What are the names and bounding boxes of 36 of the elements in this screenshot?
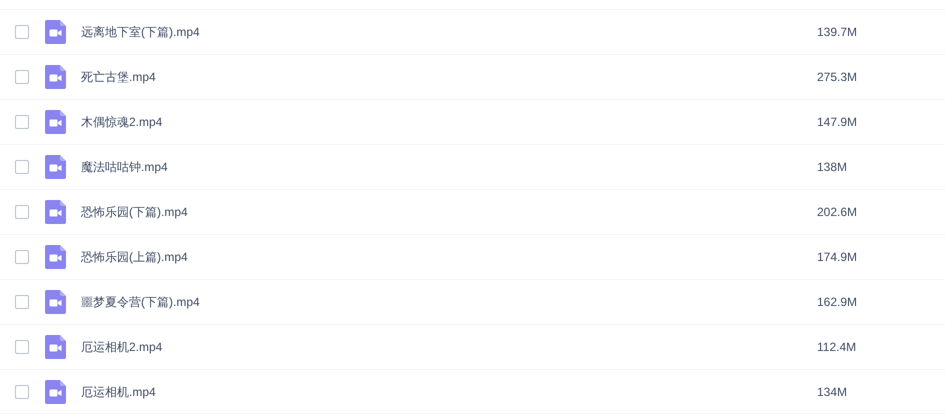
checkbox[interactable]: [15, 160, 29, 174]
file-size: 202.6M: [817, 204, 858, 221]
video-file-icon: [45, 20, 66, 44]
video-file-icon: [45, 65, 66, 89]
file-name[interactable]: 恐怖乐园(上篇).mp4: [81, 248, 681, 266]
file-name[interactable]: 魔法咕咕钟.mp4: [81, 158, 681, 176]
file-size: 134M: [817, 384, 848, 400]
file-size: 138M: [817, 159, 848, 176]
video-file-icon: [45, 155, 66, 179]
video-file-icon: [45, 290, 66, 314]
checkbox[interactable]: [15, 115, 29, 129]
file-name[interactable]: 厄运相机2.mp4: [81, 338, 681, 356]
checkbox[interactable]: [15, 205, 29, 219]
file-name[interactable]: 死亡古堡.mp4: [81, 68, 681, 86]
checkbox[interactable]: [15, 25, 29, 39]
file-name[interactable]: 厄运相机.mp4: [81, 382, 681, 400]
video-file-icon: [45, 380, 66, 404]
file-size: 162.9M: [817, 294, 858, 311]
video-file-icon: [45, 335, 66, 359]
checkbox[interactable]: [15, 250, 29, 264]
checkbox[interactable]: [15, 295, 29, 309]
file-name[interactable]: 恐怖乐园(下篇).mp4: [81, 203, 681, 221]
video-file-icon: [45, 110, 66, 134]
file-size: 174.9M: [817, 249, 858, 266]
file-name[interactable]: 远离地下室(下篇).mp4: [81, 23, 681, 41]
file-size: 112.4M: [817, 339, 856, 356]
video-file-icon: [45, 200, 66, 224]
checkbox[interactable]: [15, 70, 29, 84]
file-size: 147.9M: [817, 114, 858, 131]
video-file-icon: [45, 245, 66, 269]
file-size: 275.3M: [817, 69, 858, 86]
checkbox[interactable]: [15, 340, 29, 354]
checkbox[interactable]: [15, 384, 29, 398]
file-size: 139.7M: [817, 24, 858, 41]
file-name[interactable]: 噩梦夏令营(下篇).mp4: [81, 293, 681, 311]
file-name[interactable]: 木偶惊魂2.mp4: [81, 113, 681, 131]
